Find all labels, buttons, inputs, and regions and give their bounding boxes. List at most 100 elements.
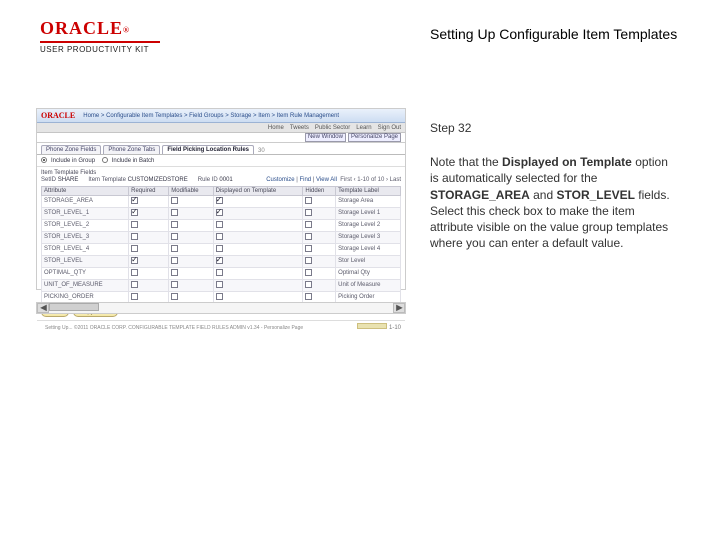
table-row: STOR_LEVELStor Level (42, 255, 401, 267)
instruction-panel: Step 32 Note that the Displayed on Templ… (430, 120, 670, 251)
page-title: Setting Up Configurable Item Templates (430, 26, 677, 42)
pager-scrub[interactable] (357, 323, 387, 329)
cell-displayed (213, 231, 303, 243)
cell-displayed-checkbox[interactable] (216, 257, 223, 264)
pager-range[interactable]: First ‹ 1-10 of 10 › Last (340, 177, 401, 183)
scroll-left-icon[interactable]: ◄ (37, 303, 49, 313)
cell-required-checkbox[interactable] (131, 209, 138, 216)
cell-displayed-checkbox[interactable] (216, 197, 223, 204)
table-row: STOR_LEVEL_4Storage Level 4 (42, 243, 401, 255)
radio-include-group[interactable] (41, 157, 47, 163)
link-find[interactable]: Find (299, 177, 311, 183)
cell-hidden-checkbox[interactable] (305, 257, 312, 264)
app-screenshot: ORACLE Home > Configurable Item Template… (36, 108, 406, 290)
lbl-rule-id: Rule ID (198, 177, 218, 183)
cell-required (129, 243, 169, 255)
cell-required-checkbox[interactable] (131, 221, 138, 228)
cell-displayed-checkbox[interactable] (216, 233, 223, 240)
cell-required-checkbox[interactable] (131, 245, 138, 252)
cell-hidden-checkbox[interactable] (305, 233, 312, 240)
cell-hidden-checkbox[interactable] (305, 209, 312, 216)
nav-home[interactable]: Home (268, 125, 284, 131)
cell-modifiable (169, 243, 213, 255)
cell-required-checkbox[interactable] (131, 233, 138, 240)
cell-modifiable-checkbox[interactable] (171, 209, 178, 216)
cell-modifiable-checkbox[interactable] (171, 257, 178, 264)
cell-hidden-checkbox[interactable] (305, 293, 312, 300)
cell-modifiable-checkbox[interactable] (171, 245, 178, 252)
horizontal-scrollbar[interactable]: ◄ ► (36, 302, 406, 314)
tab-bar: Phone Zone Fields Phone Zone Tabs Field … (37, 143, 405, 155)
col-modifiable[interactable]: Modifiable (169, 186, 213, 195)
cell-required (129, 195, 169, 207)
lbl-item-template: Item Template (88, 177, 126, 183)
scroll-thumb[interactable] (49, 303, 99, 311)
cell-displayed-checkbox[interactable] (216, 245, 223, 252)
nav-signout[interactable]: Sign Out (378, 125, 401, 131)
breadcrumb[interactable]: Home > Configurable Item Templates > Fie… (83, 113, 339, 119)
link-customize[interactable]: Customize (266, 177, 294, 183)
grid-footer: Setting Up... ©2011 ORACLE CORP. CONFIGU… (37, 320, 405, 335)
cell-displayed-checkbox[interactable] (216, 293, 223, 300)
cell-displayed (213, 267, 303, 279)
top-nav: Home Tweets Public Sector Learn Sign Out (37, 123, 405, 133)
nav-public[interactable]: Public Sector (315, 125, 350, 131)
cell-modifiable (169, 267, 213, 279)
cell-required-checkbox[interactable] (131, 281, 138, 288)
cell-displayed-checkbox[interactable] (216, 281, 223, 288)
cell-displayed (213, 255, 303, 267)
cell-modifiable-checkbox[interactable] (171, 281, 178, 288)
tab-field-picking-rules[interactable]: Field Picking Location Rules (162, 145, 254, 154)
cell-modifiable-checkbox[interactable] (171, 269, 178, 276)
cell-displayed-checkbox[interactable] (216, 209, 223, 216)
cell-displayed-checkbox[interactable] (216, 269, 223, 276)
pager-count: 1-10 (389, 325, 401, 331)
cell-required-checkbox[interactable] (131, 269, 138, 276)
cell-modifiable (169, 219, 213, 231)
link-personalize[interactable]: Personalize Page (348, 133, 401, 142)
cell-required (129, 207, 169, 219)
cell-template-label: Storage Level 1 (336, 207, 401, 219)
nav-learn[interactable]: Learn (356, 125, 371, 131)
tab-phone-zone-tabs[interactable]: Phone Zone Tabs (103, 145, 160, 154)
cell-modifiable-checkbox[interactable] (171, 197, 178, 204)
scroll-right-icon[interactable]: ► (393, 303, 405, 313)
cell-hidden-checkbox[interactable] (305, 245, 312, 252)
cell-hidden-checkbox[interactable] (305, 197, 312, 204)
cell-displayed-checkbox[interactable] (216, 221, 223, 228)
sub-nav: New Window Personalize Page (37, 133, 405, 143)
step-label: Step 32 (430, 120, 670, 136)
cell-template-label: Storage Level 4 (336, 243, 401, 255)
cell-modifiable-checkbox[interactable] (171, 221, 178, 228)
col-hidden[interactable]: Hidden (303, 186, 336, 195)
radio-include-batch-label: Include in Batch (112, 158, 155, 164)
col-attribute[interactable]: Attribute (42, 186, 129, 195)
cell-required (129, 279, 169, 291)
cell-hidden-checkbox[interactable] (305, 281, 312, 288)
radio-include-batch[interactable] (102, 157, 108, 163)
cell-attribute: STOR_LEVEL_1 (42, 207, 129, 219)
cell-displayed (213, 207, 303, 219)
col-displayed[interactable]: Displayed on Template (213, 186, 303, 195)
tab-phone-zone-fields[interactable]: Phone Zone Fields (41, 145, 101, 154)
cell-attribute: STOR_LEVEL (42, 255, 129, 267)
link-new-window[interactable]: New Window (305, 133, 346, 142)
group-option-bar: Include in Group Include in Batch (37, 155, 405, 167)
table-row: STORAGE_AREAStorage Area (42, 195, 401, 207)
cell-hidden-checkbox[interactable] (305, 269, 312, 276)
nav-tweets[interactable]: Tweets (290, 125, 309, 131)
col-template-label[interactable]: Template Label (336, 186, 401, 195)
cell-hidden (303, 207, 336, 219)
cell-required-checkbox[interactable] (131, 257, 138, 264)
cell-required-checkbox[interactable] (131, 197, 138, 204)
link-view-all[interactable]: View All (316, 177, 337, 183)
scroll-track[interactable] (49, 303, 393, 313)
cell-modifiable-checkbox[interactable] (171, 293, 178, 300)
cell-hidden-checkbox[interactable] (305, 221, 312, 228)
cell-attribute: STORAGE_AREA (42, 195, 129, 207)
cell-modifiable (169, 195, 213, 207)
cell-template-label: Storage Level 2 (336, 219, 401, 231)
cell-required-checkbox[interactable] (131, 293, 138, 300)
cell-displayed (213, 279, 303, 291)
cell-modifiable-checkbox[interactable] (171, 233, 178, 240)
